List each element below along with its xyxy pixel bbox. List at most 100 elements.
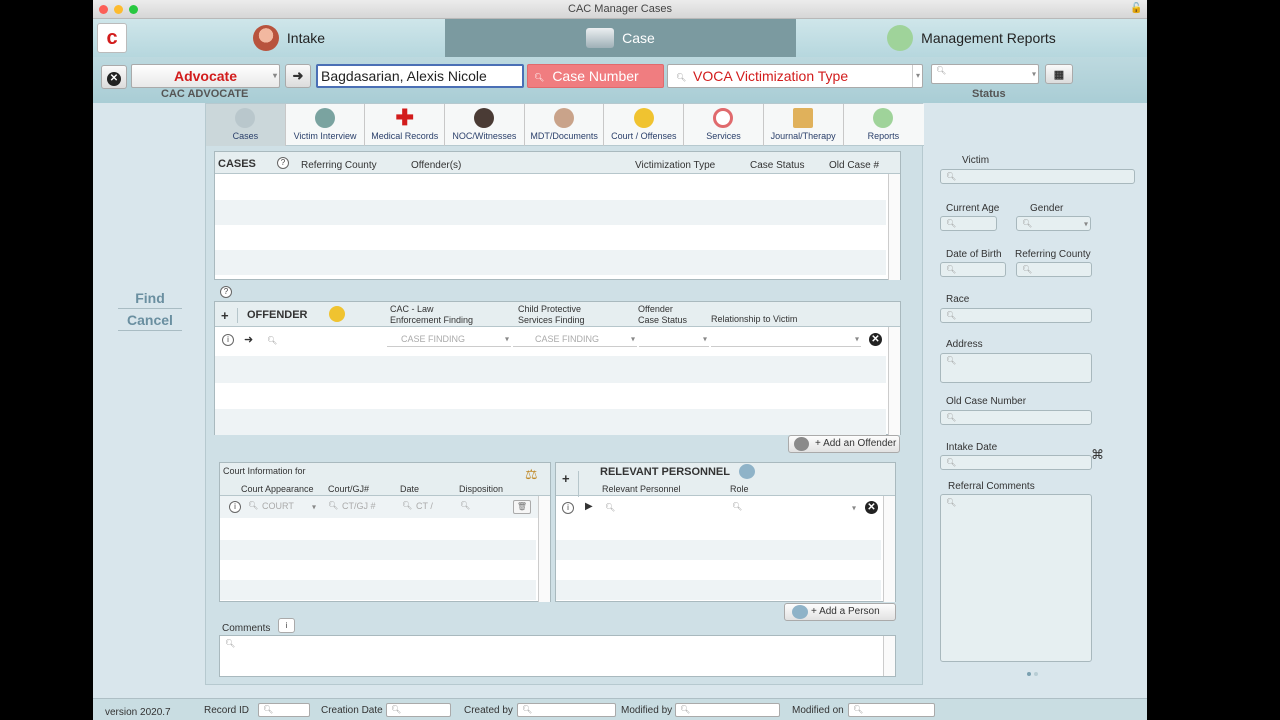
table-row[interactable] <box>215 356 886 383</box>
current-age-field[interactable]: 🔍︎ <box>940 216 997 231</box>
col-law-enforcement-finding[interactable]: CAC - Law Enforcement Finding <box>390 304 473 326</box>
record-id-field[interactable]: 🔍︎ <box>258 703 310 717</box>
col-court-appearance[interactable]: Court Appearance <box>241 484 314 494</box>
chevron-down-icon: ▾ <box>854 334 859 344</box>
creation-date-field[interactable]: 🔍︎ <box>386 703 451 717</box>
info-icon[interactable]: i <box>278 618 295 633</box>
calendar-button[interactable]: ▦ <box>1045 64 1073 84</box>
modified-by-field[interactable]: 🔍︎ <box>675 703 780 717</box>
race-field[interactable]: 🔍︎ <box>940 308 1092 323</box>
tab-services[interactable]: Services <box>684 104 764 146</box>
col-court-gj[interactable]: Court/GJ# <box>328 484 369 494</box>
lock-icon[interactable]: 🔓 <box>1130 4 1142 14</box>
col-relevant-personnel[interactable]: Relevant Personnel <box>602 484 681 494</box>
address-field[interactable]: 🔍︎ <box>940 353 1092 383</box>
table-row[interactable] <box>220 540 536 560</box>
close-record-button[interactable]: ✕ <box>101 65 127 89</box>
col-disposition[interactable]: Disposition <box>459 484 503 494</box>
tab-court-offenses[interactable]: Court / Offenses <box>604 104 685 146</box>
created-by-field[interactable]: 🔍︎ <box>517 703 616 717</box>
col-referring-county[interactable]: Referring County <box>301 160 377 171</box>
main-nav: c Intake Case Management Reports <box>93 19 1147 57</box>
delete-person-button[interactable]: ✕ <box>865 501 878 514</box>
status-select[interactable]: 🔍︎ ▾ <box>931 64 1039 84</box>
ctgj-input[interactable]: 🔍︎ CT/GJ # <box>328 500 388 514</box>
chevron-down-icon: ▾ <box>630 334 635 344</box>
voca-victimization-select[interactable]: 🔍︎ VOCA Victimization Type ▾ <box>667 64 923 88</box>
relationship-select[interactable]: ▾ <box>711 332 861 347</box>
court-select[interactable]: 🔍︎ COURT ▾ <box>248 500 318 514</box>
add-offender-plus-button[interactable]: + <box>221 308 238 323</box>
add-person-plus-button[interactable]: + <box>562 471 579 497</box>
cancel-button[interactable]: Cancel <box>118 312 182 331</box>
referring-county-field[interactable]: 🔍︎ <box>1016 262 1092 277</box>
col-victimization-type[interactable]: Victimization Type <box>635 160 715 171</box>
offender-status-select[interactable]: ▾ <box>639 332 709 347</box>
gender-select[interactable]: 🔍︎ ▾ <box>1016 216 1091 231</box>
table-row[interactable] <box>215 200 886 225</box>
court-date-input[interactable]: 🔍︎ CT / <box>402 500 452 514</box>
info-icon[interactable]: i <box>229 501 241 513</box>
info-icon[interactable]: i <box>562 502 574 514</box>
table-row[interactable] <box>556 580 881 600</box>
tab-victim-interview[interactable]: Victim Interview <box>286 104 366 146</box>
table-row[interactable] <box>220 580 536 600</box>
play-icon[interactable]: ▶ <box>585 501 593 512</box>
minimize-window-button[interactable] <box>114 5 123 14</box>
delete-offender-button[interactable]: ✕ <box>869 333 882 346</box>
close-window-button[interactable] <box>99 5 108 14</box>
tab-reports[interactable]: Reports <box>844 104 924 146</box>
go-button[interactable]: ➜ <box>285 64 311 88</box>
col-offenders[interactable]: Offender(s) <box>411 160 461 171</box>
tab-medical-records[interactable]: ✚ Medical Records <box>365 104 446 146</box>
law-finding-select[interactable]: CASE FINDING ▾ <box>387 332 511 347</box>
advocate-select[interactable]: Advocate ▾ <box>131 64 280 88</box>
intake-date-field[interactable]: 🔍︎ <box>940 455 1092 470</box>
table-row[interactable] <box>215 250 886 275</box>
tab-cases[interactable]: Cases <box>206 104 286 146</box>
nav-tab-management-reports[interactable]: Management Reports <box>796 19 1147 57</box>
help-icon[interactable]: ? <box>220 286 232 298</box>
dob-field[interactable]: 🔍︎ <box>940 262 1006 277</box>
col-cps-finding[interactable]: Child Protective Services Finding <box>518 304 585 326</box>
nav-tab-intake[interactable]: Intake <box>133 19 445 57</box>
cases-scrollbar[interactable] <box>888 174 900 280</box>
arrow-right-icon[interactable]: ➜ <box>244 333 253 346</box>
help-icon[interactable]: ? <box>277 157 289 169</box>
personnel-scrollbar[interactable] <box>883 496 895 602</box>
victim-field[interactable]: 🔍︎ <box>940 169 1135 184</box>
add-person-button[interactable]: + Add a Person <box>784 603 896 621</box>
info-icon[interactable]: i <box>222 334 234 346</box>
victim-name-input[interactable]: Bagdasarian, Alexis Nicole <box>316 64 524 88</box>
offender-scrollbar[interactable] <box>888 327 900 435</box>
page-dot[interactable] <box>1034 672 1038 676</box>
add-offender-button[interactable]: + Add an Offender <box>788 435 900 453</box>
find-button[interactable]: Find <box>118 290 182 309</box>
col-role[interactable]: Role <box>730 484 749 494</box>
case-number-input[interactable]: 🔍︎ Case Number <box>527 64 664 88</box>
role-select[interactable]: 🔍︎ ▾ <box>728 500 858 515</box>
modified-on-field[interactable]: 🔍︎ <box>848 703 935 717</box>
page-dot-active[interactable] <box>1027 672 1031 676</box>
col-offender-case-status[interactable]: Offender Case Status <box>638 304 687 326</box>
tab-noc-witnesses[interactable]: NOC/Witnesses <box>445 104 525 146</box>
court-scrollbar[interactable] <box>538 496 550 602</box>
referral-comments-field[interactable]: 🔍︎ <box>940 494 1092 662</box>
old-case-number-field[interactable]: 🔍︎ <box>940 410 1092 425</box>
nav-tab-case[interactable]: Case <box>445 19 796 57</box>
zoom-window-button[interactable] <box>129 5 138 14</box>
trash-icon[interactable]: 🗑︎ <box>513 500 531 514</box>
col-old-case[interactable]: Old Case # <box>829 160 879 171</box>
tab-services-label: Services <box>706 131 741 141</box>
disposition-input[interactable]: 🔍︎ <box>460 500 510 514</box>
cps-finding-select[interactable]: CASE FINDING ▾ <box>513 332 637 347</box>
tab-journal-therapy[interactable]: Journal/Therapy <box>764 104 844 146</box>
comments-scrollbar[interactable] <box>883 636 895 676</box>
col-case-status[interactable]: Case Status <box>750 160 804 171</box>
table-row[interactable] <box>556 540 881 560</box>
col-date[interactable]: Date <box>400 484 419 494</box>
col-relationship[interactable]: Relationship to Victim <box>711 314 797 324</box>
table-row[interactable] <box>215 409 886 435</box>
tab-mdt-documents[interactable]: MDT/Documents <box>525 104 605 146</box>
comments-field[interactable]: 🔍︎ <box>219 635 896 677</box>
